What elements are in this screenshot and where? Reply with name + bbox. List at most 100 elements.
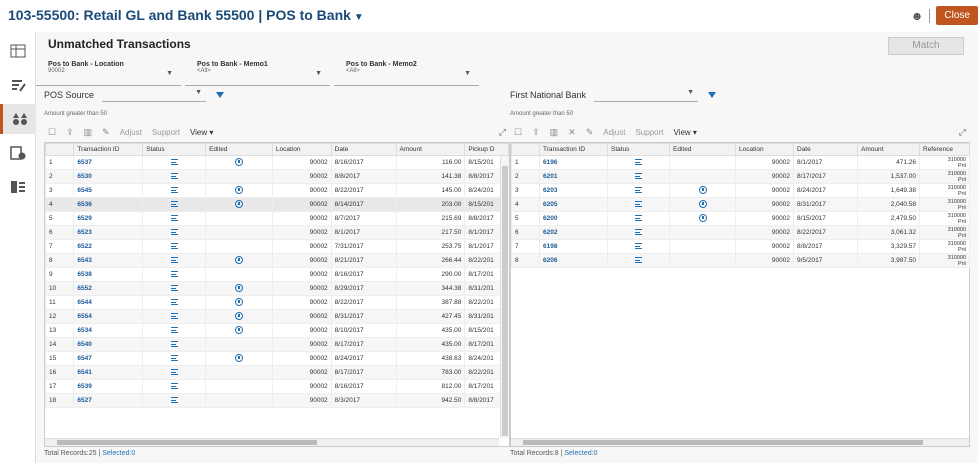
- status-icon[interactable]: [170, 326, 178, 333]
- table-row[interactable]: 1 6537 90002 8/16/2017 116.00 8/15/201: [44, 155, 509, 170]
- filter-icon[interactable]: [708, 92, 717, 98]
- col-status[interactable]: Status: [607, 143, 670, 156]
- status-icon[interactable]: [170, 368, 178, 375]
- transaction-id-link[interactable]: 6538: [73, 267, 144, 282]
- sidebar-item-ledger[interactable]: [0, 172, 36, 202]
- adjust-button[interactable]: Adjust: [603, 128, 625, 137]
- transaction-id-link[interactable]: 6554: [73, 309, 144, 324]
- transaction-id-link[interactable]: 6529: [73, 211, 144, 226]
- transaction-id-link[interactable]: 6201: [539, 169, 608, 184]
- transaction-id-link[interactable]: 6544: [73, 295, 144, 310]
- table-row[interactable]: 10 6552 90002 8/29/2017 344.38 8/31/201: [44, 281, 509, 296]
- col-transaction-id[interactable]: Transaction ID: [539, 143, 608, 156]
- status-icon[interactable]: [170, 312, 178, 319]
- transaction-id-link[interactable]: 6527: [73, 393, 144, 408]
- status-icon[interactable]: [170, 354, 178, 361]
- user-icon[interactable]: ☻: [911, 9, 924, 23]
- table-row[interactable]: 9 6538 90002 8/16/2017 290.00 8/17/201: [44, 267, 509, 282]
- table-row[interactable]: 8 6206 90002 9/5/2017 3,987.50 310000 Prii: [511, 253, 970, 268]
- status-icon[interactable]: [170, 158, 178, 165]
- table-row[interactable]: 12 6554 90002 8/31/2017 427.45 8/31/201: [44, 309, 509, 324]
- horizontal-scrollbar[interactable]: [45, 438, 499, 446]
- table-row[interactable]: 18 6527 90002 8/3/2017 942.50 8/8/2017: [44, 393, 509, 408]
- status-icon[interactable]: [170, 396, 178, 403]
- sidebar-item-match[interactable]: [0, 104, 36, 134]
- sidebar-item-edit[interactable]: [0, 70, 36, 100]
- table-row[interactable]: 8 6543 90002 8/21/2017 266.44 8/22/201: [44, 253, 509, 268]
- filter-icon[interactable]: [216, 92, 225, 98]
- col-edited[interactable]: Edited: [669, 143, 736, 156]
- edited-icon[interactable]: [234, 325, 243, 334]
- col-rownum[interactable]: [511, 143, 540, 156]
- col-amount[interactable]: Amount: [395, 143, 466, 156]
- transaction-id-link[interactable]: 6206: [539, 253, 608, 268]
- col-location[interactable]: Location: [735, 143, 794, 156]
- sidebar-item-grid[interactable]: [0, 36, 36, 66]
- table-row[interactable]: 3 6545 90002 8/22/2017 145.00 8/24/201: [44, 183, 509, 198]
- edited-icon[interactable]: [698, 199, 707, 208]
- scroll-thumb[interactable]: [57, 440, 317, 445]
- status-icon[interactable]: [635, 200, 642, 207]
- status-icon[interactable]: [170, 242, 178, 249]
- col-status[interactable]: Status: [142, 143, 207, 156]
- scroll-thumb[interactable]: [502, 166, 508, 436]
- table-row[interactable]: 14 6540 90002 8/17/2017 435.00 8/17/201: [44, 337, 509, 352]
- scroll-thumb[interactable]: [523, 440, 923, 445]
- transaction-id-link[interactable]: 6198: [539, 239, 608, 254]
- selected-count[interactable]: Selected:0: [564, 450, 597, 457]
- transaction-id-link[interactable]: 6534: [73, 323, 144, 338]
- edited-icon[interactable]: [234, 185, 243, 194]
- col-amount[interactable]: Amount: [857, 143, 920, 156]
- horizontal-scrollbar[interactable]: [511, 438, 969, 446]
- transaction-id-link[interactable]: 6203: [539, 183, 608, 198]
- upload-icon[interactable]: ⇪: [532, 127, 540, 138]
- delete-icon[interactable]: ▥: [550, 127, 559, 138]
- transaction-id-link[interactable]: 6522: [73, 239, 144, 254]
- upload-icon[interactable]: ⇪: [66, 127, 74, 138]
- delete-icon[interactable]: ▥: [84, 127, 93, 138]
- transaction-id-link[interactable]: 6196: [539, 155, 608, 170]
- checkbox-icon[interactable]: ☐: [48, 127, 56, 138]
- edited-icon[interactable]: [234, 255, 243, 264]
- col-pickup[interactable]: Pickup D: [464, 143, 509, 156]
- expand-icon[interactable]: ⤢: [959, 127, 966, 138]
- status-icon[interactable]: [635, 214, 642, 221]
- status-icon[interactable]: [635, 172, 642, 179]
- transaction-id-link[interactable]: 6540: [73, 337, 144, 352]
- status-icon[interactable]: [170, 172, 178, 179]
- col-date[interactable]: Date: [793, 143, 858, 156]
- vertical-scrollbar[interactable]: [500, 156, 509, 438]
- transaction-id-link[interactable]: 6523: [73, 225, 144, 240]
- table-row[interactable]: 11 6544 90002 8/22/2017 387.88 8/22/201: [44, 295, 509, 310]
- sidebar-item-approve[interactable]: [0, 138, 36, 168]
- transaction-id-link[interactable]: 6537: [73, 155, 144, 170]
- table-row[interactable]: 6 6523 90002 8/1/2017 217.50 8/1/2017: [44, 225, 509, 240]
- close-icon[interactable]: ✕: [568, 127, 576, 138]
- status-icon[interactable]: [635, 242, 642, 249]
- status-icon[interactable]: [170, 270, 178, 277]
- edited-icon[interactable]: [234, 297, 243, 306]
- status-icon[interactable]: [635, 158, 642, 165]
- page-title[interactable]: 103-55500: Retail GL and Bank 55500 | PO…: [8, 7, 364, 23]
- table-row[interactable]: 2 6201 90002 8/17/2017 1,537.00 310000 Prii: [511, 169, 970, 184]
- status-icon[interactable]: [170, 340, 178, 347]
- transaction-id-link[interactable]: 6539: [73, 379, 144, 394]
- table-row[interactable]: 16 6541 90002 8/17/2017 783.00 8/22/201: [44, 365, 509, 380]
- title-dropdown-icon[interactable]: ▼: [354, 12, 364, 23]
- view-menu[interactable]: View ▾: [190, 128, 213, 137]
- table-row[interactable]: 1 6196 90002 8/1/2017 471.26 310000 Prii: [511, 155, 970, 170]
- transaction-id-link[interactable]: 6547: [73, 351, 144, 366]
- filter-location[interactable]: Pos to Bank - Location 90002 ▼: [36, 58, 181, 86]
- source-select[interactable]: ▼: [594, 88, 699, 102]
- transaction-id-link[interactable]: 6543: [73, 253, 144, 268]
- status-icon[interactable]: [170, 382, 178, 389]
- close-button[interactable]: Close: [936, 6, 978, 25]
- filter-memo2[interactable]: Pos to Bank - Memo2 <All> ▼: [334, 58, 479, 86]
- table-row[interactable]: 5 6200 90002 8/15/2017 2,479.50 310000 Prii: [511, 211, 970, 226]
- status-icon[interactable]: [170, 186, 178, 193]
- table-row[interactable]: 3 6203 90002 8/24/2017 1,649.38 310000 Prii: [511, 183, 970, 198]
- transaction-id-link[interactable]: 6200: [539, 211, 608, 226]
- status-icon[interactable]: [170, 228, 178, 235]
- table-row[interactable]: 6 6202 90002 8/22/2017 3,061.32 310000 Prii: [511, 225, 970, 240]
- col-reference[interactable]: Reference: [919, 143, 970, 156]
